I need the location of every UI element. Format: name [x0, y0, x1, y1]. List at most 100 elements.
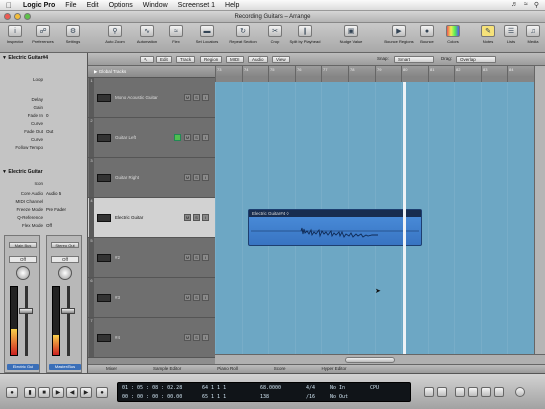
mute-button[interactable]: M [184, 254, 191, 261]
tab-mixer[interactable]: Mixer [88, 365, 135, 373]
param-flex-mode[interactable]: Flex Mode Off [0, 223, 85, 228]
param-icon[interactable]: Icon [0, 181, 85, 186]
track-header-2[interactable]: 2 Guitar Left M S I [88, 118, 215, 158]
flex-button[interactable]: ≈ Flex [163, 25, 189, 44]
track-header-6[interactable]: 6 #3 M S I [88, 278, 215, 318]
automation-button[interactable]: ∿ Automation [134, 25, 160, 44]
param-fade-out[interactable]: Fade Out Out [0, 129, 85, 134]
track-header-3[interactable]: 3 Guitar Right M S I [88, 158, 215, 198]
track-header-5[interactable]: 5 #2 M S I [88, 238, 215, 278]
param-fade-in[interactable]: Fade In 0 [0, 113, 85, 118]
param-freeze-mode[interactable]: Freeze Mode Pre Fader [0, 207, 85, 212]
crop-button[interactable]: ✂ Crop [262, 25, 288, 44]
menu-app[interactable]: Logic Pro [18, 2, 60, 9]
set-locators-button[interactable]: ▬ Set Locators [194, 25, 220, 44]
track-name[interactable]: Electric Guitar [115, 215, 143, 220]
track-name[interactable]: Guitar Left [115, 135, 136, 140]
tool-pointer[interactable]: ↖ [140, 56, 154, 63]
mute-button[interactable]: M [184, 294, 191, 301]
media-browser-button[interactable]: ● [6, 387, 18, 398]
bounce-regions-button[interactable]: ▶ Bounce Regions [384, 25, 414, 44]
split-by-playhead-button[interactable]: ❙ Split by Playhead [290, 25, 320, 44]
track-name[interactable]: Guitar Right [115, 175, 139, 180]
snap-select[interactable]: Smart [394, 56, 434, 63]
auto-zoom-button[interactable]: ⚲ Auto Zoom [102, 25, 128, 44]
tab-hyper-editor[interactable]: Hyper Editor [304, 365, 365, 373]
rewind-to-start-button[interactable]: ▮ [24, 387, 36, 398]
menu-edit[interactable]: Edit [82, 2, 104, 9]
menu-options[interactable]: Options [104, 2, 138, 9]
param-curve[interactable]: Curve [0, 121, 85, 126]
solo-track-button[interactable]: S [193, 294, 200, 301]
mute-button[interactable]: M [184, 334, 191, 341]
wifi-icon[interactable]: ≈ [524, 1, 528, 9]
input-monitor-button[interactable]: I [202, 134, 209, 141]
param-q-reference[interactable]: Q-Reference [0, 215, 85, 220]
play-button[interactable]: ▶ [52, 387, 64, 398]
master-volume-knob[interactable] [515, 387, 525, 397]
mute-button[interactable]: M [184, 174, 191, 181]
volume-fader[interactable] [61, 308, 75, 314]
mute-button[interactable]: M [184, 94, 191, 101]
strip-name[interactable]: Electric Gui [7, 364, 39, 370]
input-monitor-button[interactable]: I [202, 94, 209, 101]
param-core-audio[interactable]: Core Audio Audio 5 [0, 191, 85, 196]
metronome-button[interactable] [494, 387, 504, 397]
menu-track-local[interactable]: Track [176, 56, 196, 63]
solo-track-button[interactable]: S [193, 94, 200, 101]
solo-track-button[interactable]: S [193, 334, 200, 341]
track-header-4[interactable]: 4 Electric Guitar M S I [88, 198, 215, 238]
tab-score[interactable]: Score [256, 365, 304, 373]
track-name[interactable]: Mono Acoustic Guitar [115, 95, 158, 100]
tab-piano-roll[interactable]: Piano Roll [199, 365, 256, 373]
replace-button[interactable] [455, 387, 465, 397]
drag-select[interactable]: Overlap [456, 56, 496, 63]
record-button[interactable]: ● [96, 387, 108, 398]
colors-button[interactable]: Colors [440, 25, 466, 44]
global-tracks-header[interactable]: ▶ Global Tracks [88, 66, 215, 78]
stop-button[interactable]: ■ [38, 387, 50, 398]
strip-insert-button[interactable]: Stereo Out [51, 242, 79, 248]
pan-knob[interactable] [16, 266, 30, 280]
arrange-area[interactable]: Electric Guitar#4 ◊ ➤ [215, 82, 534, 354]
sync-button[interactable] [481, 387, 491, 397]
close-button[interactable] [4, 13, 11, 20]
settings-button[interactable]: ⚙ Settings [60, 25, 86, 44]
mute-button[interactable]: M [184, 214, 191, 221]
strip-send-off[interactable]: Off [51, 256, 79, 263]
input-monitor-button[interactable]: I [202, 214, 209, 221]
fast-forward-button[interactable]: ▶ [80, 387, 92, 398]
volume-fader[interactable] [19, 308, 33, 314]
playhead[interactable] [403, 82, 406, 354]
strip-send-off[interactable]: Off [9, 256, 37, 263]
track-name[interactable]: #3 [115, 295, 120, 300]
menu-edit-local[interactable]: Edit [156, 56, 172, 63]
mute-button[interactable]: M [184, 134, 191, 141]
solo-track-button[interactable]: S [193, 254, 200, 261]
solo-track-button[interactable]: S [193, 134, 200, 141]
scroll-thumb[interactable] [345, 357, 395, 363]
region-params-header[interactable]: ▼ Electric Guitar#4 [2, 55, 86, 61]
strip-name[interactable]: Master/Bus [49, 364, 81, 370]
bar-ruler[interactable]: 73 74 75 76 77 78 79 80 81 82 83 84 [215, 66, 534, 82]
solo-track-button[interactable]: S [193, 214, 200, 221]
solo-button[interactable] [468, 387, 478, 397]
preferences-button[interactable]: ☍ Preferences [30, 25, 56, 44]
pan-knob[interactable] [58, 266, 72, 280]
track-name[interactable]: #2 [115, 255, 120, 260]
track-params-header[interactable]: ▼ Electric Guitar [2, 169, 86, 175]
param-delay[interactable]: Delay [0, 97, 85, 102]
menu-file[interactable]: File [60, 2, 81, 9]
menu-help[interactable]: Help [220, 2, 244, 9]
track-name[interactable]: #4 [115, 335, 120, 340]
param-follow-tempo[interactable]: Follow Tempo [0, 145, 85, 150]
apple-icon[interactable]:  [0, 1, 18, 10]
input-monitor-button[interactable]: I [202, 294, 209, 301]
input-monitor-button[interactable]: I [202, 334, 209, 341]
param-gain[interactable]: Gain [0, 105, 85, 110]
param-midi-channel[interactable]: MIDI Channel [0, 199, 85, 204]
track-header-1[interactable]: 1 Mono Acoustic Guitar M S I [88, 78, 215, 118]
strip-insert-button[interactable]: Main Bus [9, 242, 37, 248]
volume-icon[interactable]: ♬ [511, 1, 518, 9]
solo-track-button[interactable]: S [193, 174, 200, 181]
